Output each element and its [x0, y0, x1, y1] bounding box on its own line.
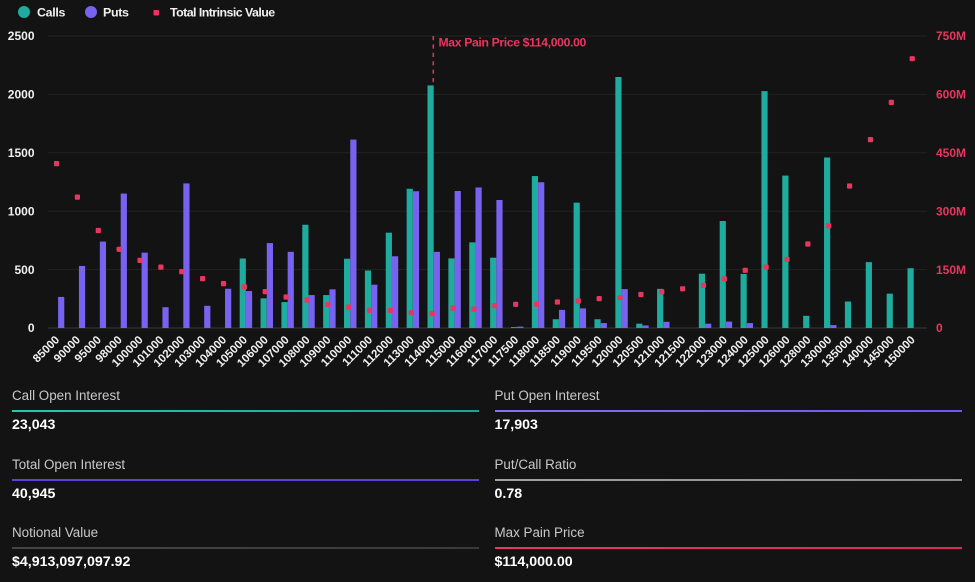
svg-text:0: 0 — [936, 321, 943, 335]
svg-text:750M: 750M — [936, 29, 966, 43]
svg-text:Max Pain Price $114,000.00: Max Pain Price $114,000.00 — [439, 36, 587, 50]
svg-text:450M: 450M — [936, 146, 966, 160]
svg-text:0: 0 — [28, 321, 35, 335]
svg-text:2500: 2500 — [8, 29, 35, 43]
svg-text:300M: 300M — [936, 204, 966, 218]
svg-text:Calls: Calls — [37, 6, 66, 20]
svg-text:150M: 150M — [936, 263, 966, 277]
svg-text:1500: 1500 — [8, 146, 35, 160]
svg-text:Total Intrinsic Value: Total Intrinsic Value — [170, 6, 275, 20]
svg-text:600M: 600M — [936, 88, 966, 102]
svg-text:500: 500 — [14, 263, 34, 277]
svg-text:2000: 2000 — [8, 88, 35, 102]
svg-text:1000: 1000 — [8, 204, 35, 218]
svg-text:Puts: Puts — [103, 6, 129, 20]
